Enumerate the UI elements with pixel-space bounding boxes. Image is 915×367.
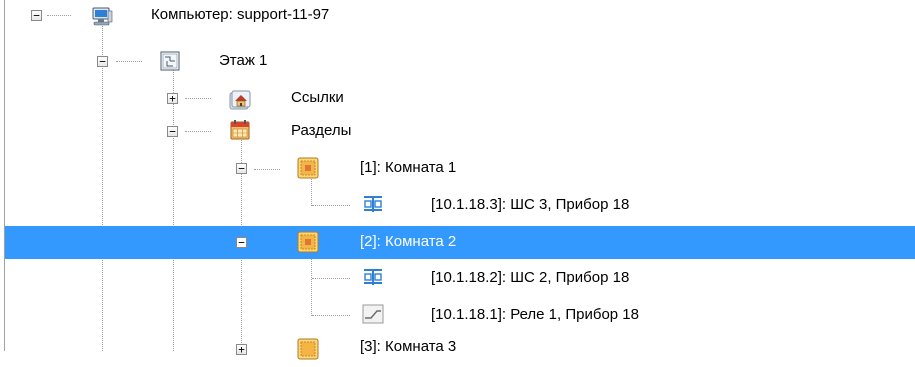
collapse-toggle[interactable]: −: [167, 126, 178, 137]
tree-node-label: [10.1.18.2]: ШС 2, Прибор 18: [431, 269, 630, 286]
tree-node-links[interactable]: + Ссылки: [5, 83, 915, 116]
computer-icon: [92, 7, 113, 26]
house-links-icon: [229, 90, 251, 110]
tree-node-label: Разделы: [291, 122, 352, 139]
tree-node-room-1[interactable]: − [1]: Комната 1: [5, 153, 915, 186]
tree-node-loop[interactable]: [10.1.18.2]: ШС 2, Прибор 18: [5, 263, 915, 296]
collapse-toggle[interactable]: −: [31, 10, 42, 21]
tree-view[interactable]: − Компьютер: support-11-97 − Этаж 1 + Сс…: [4, 0, 915, 360]
room-icon: [297, 338, 319, 360]
room-icon: [297, 231, 319, 253]
tree-node-label: Ссылки: [291, 89, 344, 106]
tree-node-label: Компьютер: support-11-97: [151, 6, 330, 23]
floor-plan-icon: [160, 51, 180, 71]
tree-node-label: [10.1.18.1]: Реле 1, Прибор 18: [431, 306, 639, 323]
expand-toggle[interactable]: +: [167, 93, 178, 104]
tree-node-label: [10.1.18.3]: ШС 3, Прибор 18: [431, 196, 630, 213]
loop-icon: [364, 269, 382, 285]
expand-toggle[interactable]: +: [236, 344, 247, 355]
tree-node-loop[interactable]: [10.1.18.3]: ШС 3, Прибор 18: [5, 190, 915, 223]
loop-icon: [364, 196, 382, 212]
collapse-toggle[interactable]: −: [236, 163, 247, 174]
relay-icon: [362, 304, 384, 324]
room-icon: [297, 157, 319, 179]
tree-node-label: Этаж 1: [219, 52, 268, 69]
tree-node-computer[interactable]: − Компьютер: support-11-97: [5, 0, 915, 33]
collapse-toggle[interactable]: −: [236, 237, 247, 248]
tree-node-sections[interactable]: − Разделы: [5, 116, 915, 149]
collapse-toggle[interactable]: −: [97, 56, 108, 67]
tree-node-label: [3]: Комната 3: [360, 338, 457, 355]
tree-node-label: [1]: Комната 1: [360, 159, 457, 176]
tree-node-relay[interactable]: [10.1.18.1]: Реле 1, Прибор 18: [5, 299, 915, 332]
calendar-sections-icon: [230, 120, 250, 140]
tree-node-floor[interactable]: − Этаж 1: [5, 46, 915, 79]
tree-node-label: [2]: Комната 2: [360, 233, 457, 250]
tree-node-room-2[interactable]: − [2]: Комната 2: [5, 226, 915, 259]
